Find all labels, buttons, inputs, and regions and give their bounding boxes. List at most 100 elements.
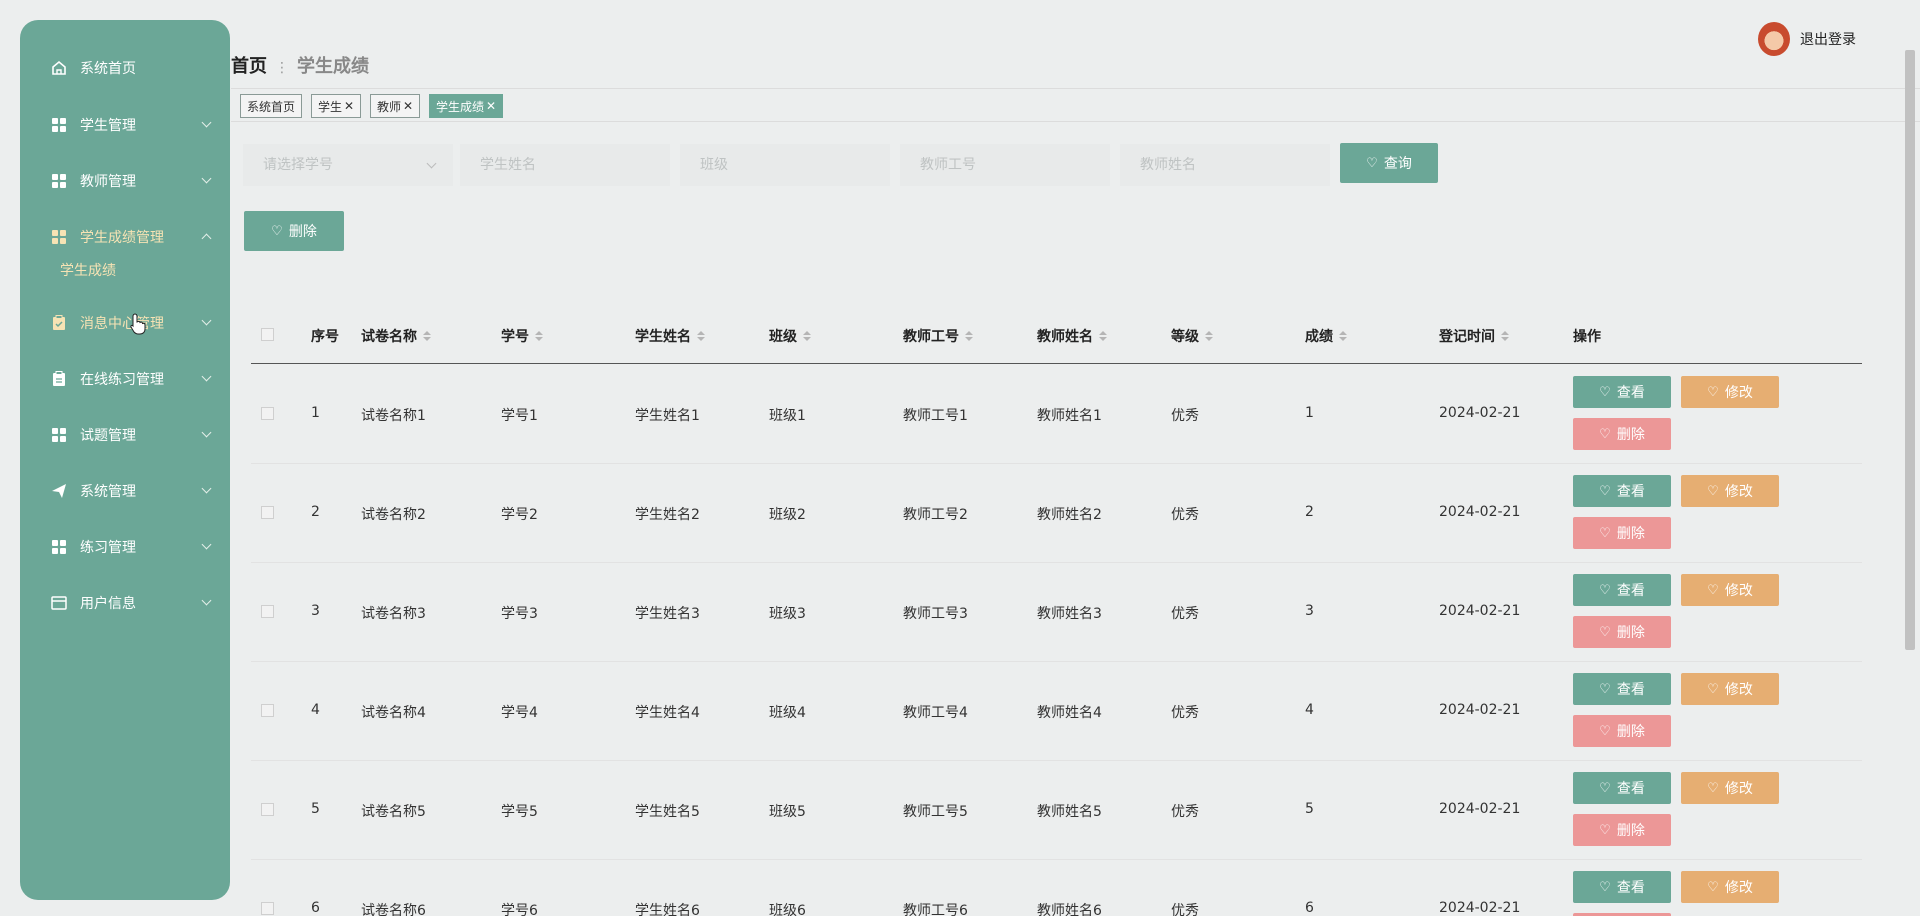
column-header-sortable[interactable]: 学号: [501, 326, 543, 346]
select-all-checkbox[interactable]: [261, 328, 274, 341]
edit-button[interactable]: ♡修改: [1681, 772, 1779, 804]
student-name-input[interactable]: [460, 144, 670, 186]
edit-label: 修改: [1725, 877, 1753, 897]
edit-button[interactable]: ♡修改: [1681, 871, 1779, 903]
close-icon[interactable]: ✕: [344, 99, 354, 113]
tab-teacher[interactable]: 教师✕: [370, 94, 420, 118]
tab-label: 学生: [318, 98, 342, 115]
edit-button[interactable]: ♡修改: [1681, 376, 1779, 408]
sidebar-item-question-management[interactable]: 试题管理: [20, 415, 230, 455]
delete-label: 删除: [289, 221, 317, 241]
sidebar-item-system-management[interactable]: 系统管理: [20, 471, 230, 511]
sidebar-item-teacher-management[interactable]: 教师管理: [20, 161, 230, 201]
sort-icon[interactable]: [1501, 331, 1509, 341]
column-header-sortable[interactable]: 等级: [1171, 326, 1213, 346]
sidebar-item-student-management[interactable]: 学生管理: [20, 105, 230, 145]
edit-button[interactable]: ♡修改: [1681, 475, 1779, 507]
tab-student[interactable]: 学生✕: [311, 94, 361, 118]
sort-icon[interactable]: [1339, 331, 1347, 341]
view-button[interactable]: ♡查看: [1573, 871, 1671, 903]
view-button[interactable]: ♡查看: [1573, 673, 1671, 705]
column-header-sortable[interactable]: 试卷名称: [361, 326, 431, 346]
sidebar-item-message-center[interactable]: 消息中心管理: [20, 303, 230, 343]
view-button[interactable]: ♡查看: [1573, 772, 1671, 804]
cell-date: 2024-02-21: [1439, 504, 1520, 520]
row-checkbox[interactable]: [261, 902, 274, 915]
delete-button[interactable]: ♡删除: [1573, 814, 1671, 846]
cell-score: 5: [1305, 801, 1314, 817]
edit-button[interactable]: ♡修改: [1681, 574, 1779, 606]
view-label: 查看: [1617, 481, 1645, 501]
logout-button[interactable]: 退出登录: [1800, 29, 1856, 49]
batch-delete-button[interactable]: ♡删除: [244, 211, 344, 251]
column-header-label: 学生姓名: [635, 326, 691, 346]
sort-icon[interactable]: [535, 331, 543, 341]
column-header-sortable[interactable]: 登记时间: [1439, 326, 1509, 346]
cell-grade: 优秀: [1171, 504, 1199, 524]
delete-button[interactable]: ♡删除: [1573, 418, 1671, 450]
column-header-sortable[interactable]: 班级: [769, 326, 811, 346]
sidebar-item-online-practice[interactable]: 在线练习管理: [20, 359, 230, 399]
sort-icon[interactable]: [1099, 331, 1107, 341]
row-checkbox[interactable]: [261, 506, 274, 519]
cell-student-no: 学号4: [501, 702, 538, 722]
tab-student-score[interactable]: 学生成绩✕: [429, 94, 503, 118]
cell-paper-name: 试卷名称1: [361, 405, 426, 425]
sort-icon[interactable]: [1205, 331, 1213, 341]
grid-icon: [51, 427, 67, 443]
cell-student-no: 学号1: [501, 405, 538, 425]
sidebar-item-user-info[interactable]: 用户信息: [20, 583, 230, 623]
scrollbar-thumb[interactable]: [1905, 50, 1915, 650]
column-header-sortable[interactable]: 教师工号: [903, 326, 973, 346]
cell-student-name: 学生姓名3: [635, 603, 700, 623]
column-header-sortable[interactable]: 成绩: [1305, 326, 1347, 346]
sort-icon[interactable]: [965, 331, 973, 341]
row-checkbox[interactable]: [261, 803, 274, 816]
cell-no: 6: [311, 900, 320, 916]
view-button[interactable]: ♡查看: [1573, 475, 1671, 507]
cell-date: 2024-02-21: [1439, 900, 1520, 916]
delete-button[interactable]: ♡删除: [1573, 715, 1671, 747]
row-checkbox[interactable]: [261, 704, 274, 717]
class-input[interactable]: [680, 144, 890, 186]
view-button[interactable]: ♡查看: [1573, 574, 1671, 606]
sidebar-item-score-management[interactable]: 学生成绩管理: [20, 217, 230, 257]
teacher-no-input[interactable]: [900, 144, 1110, 186]
heart-icon: ♡: [1599, 824, 1611, 837]
hand-cursor-icon: [130, 313, 146, 335]
close-icon[interactable]: ✕: [486, 99, 496, 113]
delete-button[interactable]: ♡删除: [1573, 517, 1671, 549]
close-icon[interactable]: ✕: [403, 99, 413, 113]
sort-icon[interactable]: [423, 331, 431, 341]
row-checkbox[interactable]: [261, 407, 274, 420]
sidebar-item-home[interactable]: 系统首页: [20, 48, 230, 88]
breadcrumb: 首页⋮学生成绩: [231, 52, 369, 78]
delete-button[interactable]: ♡删除: [1573, 616, 1671, 648]
column-header-label: 等级: [1171, 326, 1199, 346]
student-no-select[interactable]: [243, 144, 453, 186]
heart-icon: ♡: [1599, 725, 1611, 738]
column-header-sortable[interactable]: 教师姓名: [1037, 326, 1107, 346]
cell-student-name: 学生姓名1: [635, 405, 700, 425]
clipboard-icon: [51, 315, 67, 331]
query-button[interactable]: ♡查询: [1340, 143, 1438, 183]
view-button[interactable]: ♡查看: [1573, 376, 1671, 408]
breadcrumb-home[interactable]: 首页: [231, 56, 267, 77]
cell-date: 2024-02-21: [1439, 702, 1520, 718]
tab-system-home[interactable]: 系统首页: [240, 94, 302, 118]
sidebar-item-practice-management[interactable]: 练习管理: [20, 527, 230, 567]
sort-icon[interactable]: [697, 331, 705, 341]
user-menu[interactable]: 退出登录: [1758, 22, 1856, 56]
column-header-sortable[interactable]: 学生姓名: [635, 326, 705, 346]
cell-score: 1: [1305, 405, 1314, 421]
tab-label: 教师: [377, 98, 401, 115]
teacher-name-input[interactable]: [1120, 144, 1330, 186]
sidebar-subitem-student-score[interactable]: 学生成绩: [60, 260, 116, 280]
cell-paper-name: 试卷名称5: [361, 801, 426, 821]
heart-icon: ♡: [1599, 683, 1611, 696]
chevron-down-icon: [202, 372, 212, 382]
edit-button[interactable]: ♡修改: [1681, 673, 1779, 705]
row-checkbox[interactable]: [261, 605, 274, 618]
table-row: 2 试卷名称2 学号2 学生姓名2 班级2 教师工号2 教师姓名2 优秀 2 2…: [251, 464, 1862, 563]
sort-icon[interactable]: [803, 331, 811, 341]
